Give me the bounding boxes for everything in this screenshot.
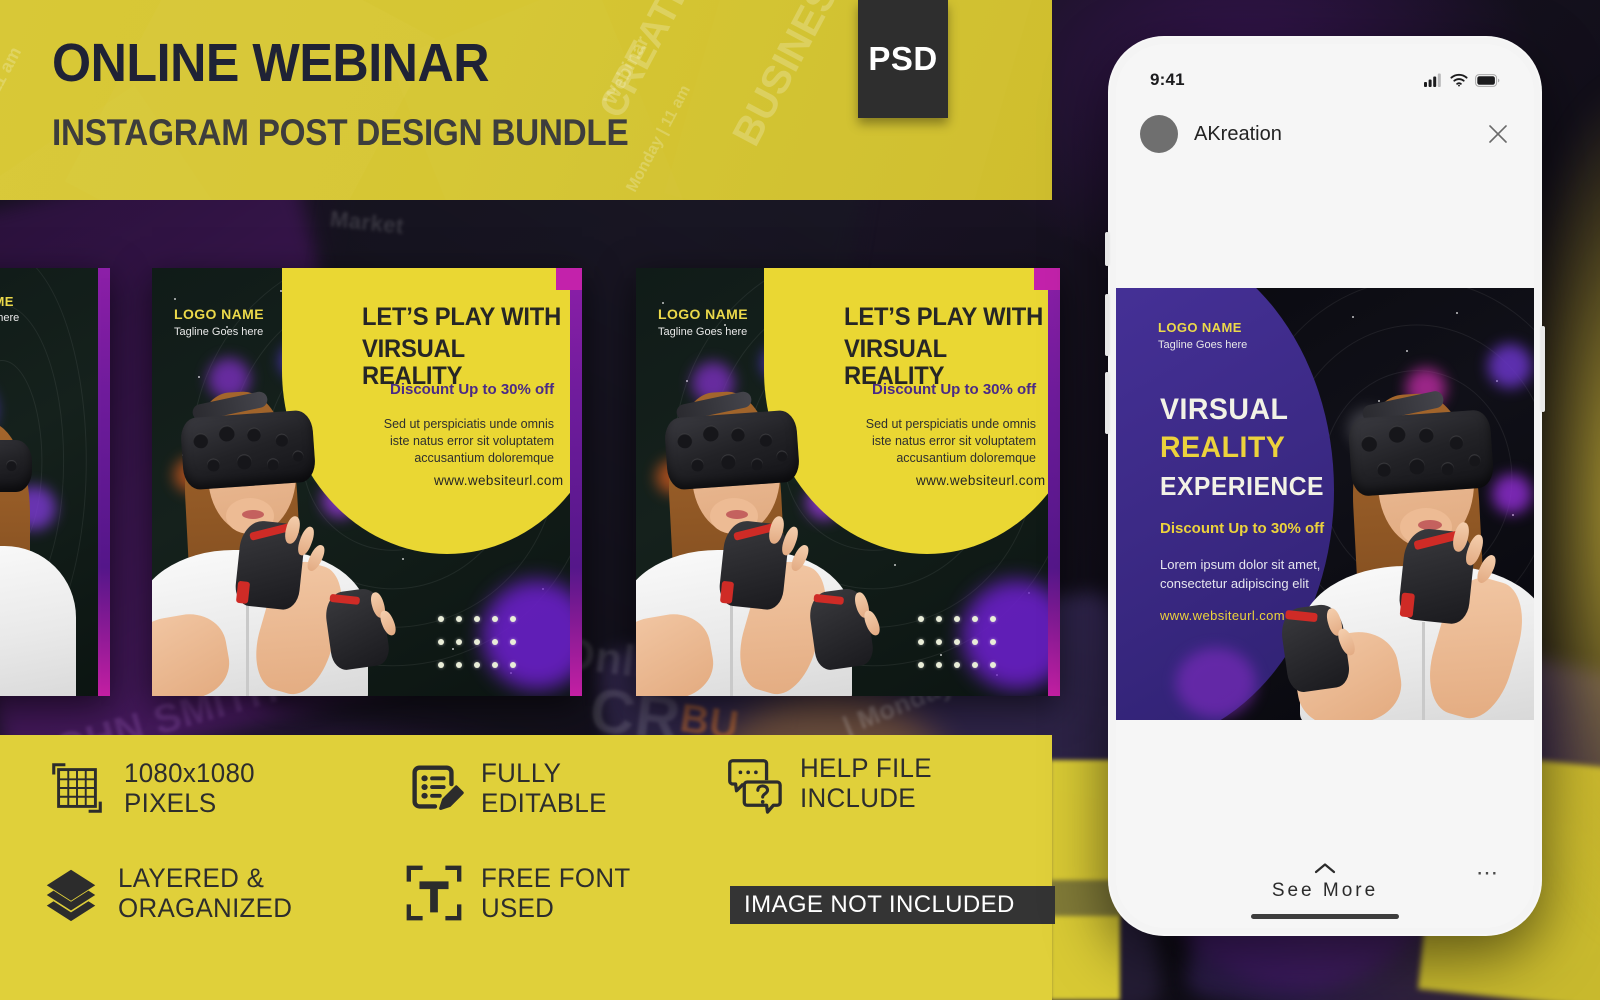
card-edge-accent-top	[556, 268, 582, 290]
feature-label: HELP FILE INCLUDE	[800, 753, 932, 813]
psd-badge-label: PSD	[868, 40, 938, 77]
feature-line-1: LAYERED &	[118, 862, 265, 893]
dot-grid	[438, 616, 528, 685]
card-edge-accent	[1048, 268, 1060, 696]
post-card-2[interactable]: LOGO NAME Tagline Goes here LET’S PLAY W…	[636, 268, 1060, 696]
card-tagline: Tagline Goes here	[174, 326, 264, 338]
signal-icon	[1424, 73, 1441, 87]
card-edge-accent	[98, 268, 110, 696]
feature-line-2: USED	[481, 893, 555, 923]
image-not-included-badge: IMAGE NOT INCLUDED	[730, 886, 1055, 924]
vr-headset	[663, 409, 801, 491]
feature-label: FREE FONT USED	[481, 863, 630, 923]
phone-post-title-1: VIRSUAL	[1160, 393, 1289, 426]
post-username[interactable]: AKreation	[1194, 123, 1282, 146]
close-icon[interactable]	[1486, 122, 1510, 146]
poster-canvas: JOHN SMITH Online W CR BU | Monday Marke…	[0, 0, 1600, 1000]
feature-line-1: FREE FONT	[481, 862, 631, 893]
phone-post-title-2: REALITY	[1160, 431, 1286, 464]
layers-icon	[40, 862, 102, 924]
feature-line-2: INCLUDE	[800, 783, 916, 813]
card-tagline: Tagline Goes here	[0, 312, 20, 324]
wifi-icon	[1450, 73, 1468, 87]
chevron-up-icon	[1314, 863, 1336, 874]
card-background: LOGO NAME Tagline Goes here LET’S PLAY W…	[636, 268, 1060, 696]
phone-post-tagline: Tagline Goes here	[1158, 339, 1248, 351]
feature-line-1: HELP FILE	[800, 752, 932, 783]
status-icons	[1424, 73, 1500, 87]
feature-line-1: FULLY	[481, 757, 562, 788]
vr-woman-photo	[1278, 360, 1534, 720]
feature-item-editable: FULLY EDITABLE	[403, 757, 612, 819]
feature-item-help: HELP FILE INCLUDE	[722, 752, 937, 814]
home-indicator	[1251, 914, 1399, 919]
card-tagline: Tagline Goes here	[658, 326, 748, 338]
phone-power-button[interactable]	[1541, 326, 1545, 412]
phone-post-background: LOGO NAME Tagline Goes here VIRSUAL REAL…	[1116, 288, 1534, 720]
page-subtitle: INSTAGRAM POST DESIGN BUNDLE	[52, 112, 629, 153]
avatar[interactable]	[1140, 115, 1178, 153]
feature-line-2: PIXELS	[124, 788, 217, 818]
phone-post-logo-name: LOGO NAME	[1158, 320, 1242, 335]
text-frame-icon	[403, 862, 465, 924]
see-more-label: See More	[1271, 880, 1379, 901]
card-background: LOGO NAME Tagline Goes here LET’S PLAY W…	[152, 268, 582, 696]
phone-mockup: 9:41 AKreation LOGO NAME Tagline Goes he…	[1105, 36, 1545, 936]
card-headline-1: LET’S PLAY WITH	[844, 303, 1044, 331]
card-website[interactable]: www.websiteurl.com	[916, 473, 1045, 488]
feature-label: LAYERED & ORAGANIZED	[118, 863, 292, 923]
decor-orb	[1176, 648, 1256, 718]
vr-woman-photo	[636, 366, 904, 696]
feature-line-2: ORAGANIZED	[118, 893, 293, 923]
status-bar: 9:41	[1116, 68, 1534, 92]
vr-woman-photo	[0, 396, 86, 696]
post-header: AKreation	[1116, 106, 1534, 162]
phone-volume-down-button[interactable]	[1105, 372, 1109, 434]
card-edge-accent-top	[1034, 268, 1060, 290]
image-not-included-label: IMAGE NOT INCLUDED	[744, 891, 1015, 918]
battery-icon	[1475, 73, 1500, 87]
card-website[interactable]: www.websiteurl.com	[434, 473, 563, 488]
phone-post-website[interactable]: www.websiteurl.com	[1160, 608, 1285, 623]
feature-item-font: FREE FONT USED	[403, 862, 637, 924]
more-options-icon[interactable]: ⋯	[1476, 862, 1500, 884]
vr-headset	[1347, 409, 1495, 497]
feature-label: 1080x1080 PIXELS	[124, 758, 255, 818]
phone-screen: 9:41 AKreation LOGO NAME Tagline Goes he…	[1116, 44, 1534, 928]
help-chat-icon	[722, 752, 784, 814]
psd-badge: PSD	[858, 0, 948, 118]
feature-line-1: 1080x1080	[124, 757, 255, 788]
feature-item-layered: LAYERED & ORAGANIZED	[40, 862, 300, 924]
card-headline-1: LET’S PLAY WITH	[362, 303, 562, 331]
post-card-partial[interactable]: LOGO NAME Tagline Goes here	[0, 268, 110, 696]
vr-woman-photo	[152, 366, 420, 696]
card-edge-accent	[570, 268, 582, 696]
grid-icon	[46, 757, 108, 819]
card-logo-name: LOGO NAME	[174, 306, 264, 322]
vr-headset	[179, 409, 317, 491]
card-background: LOGO NAME Tagline Goes here	[0, 268, 110, 696]
page-title: ONLINE WEBINAR	[52, 33, 490, 93]
phone-volume-up-button[interactable]	[1105, 294, 1109, 356]
feature-item-pixels: 1080x1080 PIXELS	[46, 757, 260, 819]
card-logo-name: LOGO NAME	[658, 306, 748, 322]
phone-silent-button[interactable]	[1105, 232, 1109, 266]
dot-grid	[918, 616, 1008, 685]
phone-post-image[interactable]: LOGO NAME Tagline Goes here VIRSUAL REAL…	[1116, 288, 1534, 720]
card-logo-name: LOGO NAME	[0, 294, 14, 309]
edit-list-icon	[403, 757, 465, 819]
status-time: 9:41	[1150, 70, 1185, 89]
feature-line-2: EDITABLE	[481, 788, 607, 818]
feature-label: FULLY EDITABLE	[481, 758, 607, 818]
post-card-1[interactable]: LOGO NAME Tagline Goes here LET’S PLAY W…	[152, 268, 582, 696]
see-more-button[interactable]: See More	[1116, 862, 1534, 902]
